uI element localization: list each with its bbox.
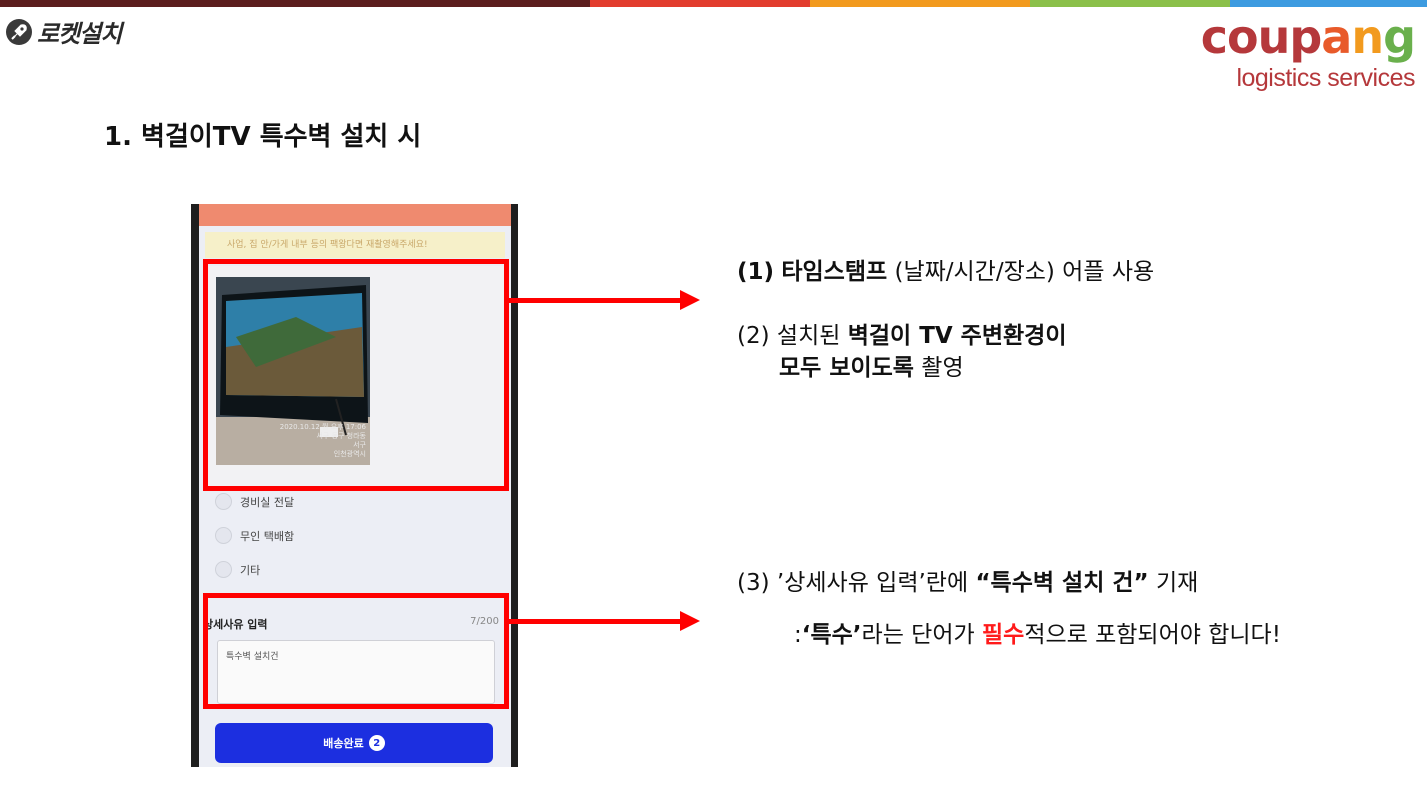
color-segment <box>1030 0 1230 7</box>
notice-bar: 사업, 집 안/가게 내부 등의 팩왕다면 재촬영해주세요! <box>205 232 505 258</box>
note-number: (2) <box>737 323 770 349</box>
note-timestamp-app: (1) 타임스탬프 (날짜/시간/장소) 어플 사용 <box>737 252 1154 286</box>
logo-letter: g <box>1383 10 1416 64</box>
option-parcel-locker[interactable]: 무인 택배함 <box>215 527 294 544</box>
note-text: 기재 <box>1155 570 1199 596</box>
note-emphasis: 모두 보이도록 <box>779 355 914 381</box>
note-text: : <box>794 622 802 648</box>
detail-highlight-box <box>203 593 509 709</box>
count-badge: 2 <box>368 735 385 751</box>
color-segment <box>810 0 1030 7</box>
color-segment <box>590 0 810 7</box>
coupang-logo: coupang logistics services <box>1201 14 1416 93</box>
option-label: 무인 택배함 <box>240 529 295 543</box>
logo-letter: c <box>1200 10 1228 64</box>
rocket-icon <box>6 18 32 45</box>
radio-button[interactable] <box>215 493 232 510</box>
logo-subtitle: logistics services <box>1236 64 1415 92</box>
note-text: ’상세사유 입력’란에 <box>776 570 969 596</box>
logo-letter: n <box>1351 10 1384 64</box>
note-emphasis: “특수벽 설치 건” <box>975 570 1149 596</box>
note-detail-reason: (3) ’상세사유 입력’란에 “특수벽 설치 건” 기재 <box>737 563 1198 597</box>
note-number: (3) <box>737 570 770 596</box>
logo-letter: a <box>1321 10 1352 64</box>
note-text: (날짜/시간/장소) 어플 사용 <box>894 259 1155 285</box>
note-emphasis: ‘특수’ <box>801 622 862 648</box>
note-text: 라는 단어가 <box>861 622 975 648</box>
top-color-bar <box>0 0 1427 7</box>
app-header <box>199 204 511 226</box>
note-text: 적으로 포함되어야 합니다! <box>1024 622 1281 648</box>
arrow-head-icon <box>680 290 700 310</box>
note-required-word: :‘특수’라는 단어가 필수적으로 포함되어야 합니다! <box>794 615 1281 649</box>
brand: 로켓설치 <box>6 14 122 49</box>
brand-name: 로켓설치 <box>37 20 122 48</box>
note-text: 설치된 <box>776 323 841 349</box>
logo-wordmark: coupang <box>1201 14 1416 60</box>
option-label: 기타 <box>240 563 261 577</box>
note-emphasis: 벽걸이 TV 주변환경이 <box>847 323 1067 349</box>
radio-button[interactable] <box>215 527 232 544</box>
note-text: 촬영 <box>921 355 964 381</box>
note-surroundings-line2: 모두 보이도록 촬영 <box>779 348 964 382</box>
arrow-head-icon <box>680 611 700 631</box>
arrow-to-note1 <box>509 298 681 303</box>
color-segment <box>1230 0 1427 7</box>
radio-button[interactable] <box>215 561 232 578</box>
color-segment <box>0 0 590 7</box>
logo-letter: o <box>1226 10 1259 64</box>
page-title: 1. 벽걸이TV 특수벽 설치 시 <box>104 122 422 152</box>
logo-letter: u <box>1257 10 1291 64</box>
note-surroundings: (2) 설치된 벽걸이 TV 주변환경이 <box>737 316 1067 350</box>
note-required-highlight: 필수 <box>981 622 1025 648</box>
option-other[interactable]: 기타 <box>215 561 260 578</box>
note-emphasis: 타임스탬프 <box>781 259 888 285</box>
arrow-to-note3 <box>509 619 681 624</box>
delivery-complete-button[interactable]: 배송완료 2 <box>215 723 493 763</box>
option-label: 경비실 전달 <box>240 495 295 509</box>
note-number: (1) <box>737 259 775 285</box>
photo-highlight-box <box>203 259 509 491</box>
logo-letter: p <box>1289 10 1322 64</box>
button-label: 배송완료 <box>323 737 364 750</box>
option-security-office[interactable]: 경비실 전달 <box>215 493 294 510</box>
